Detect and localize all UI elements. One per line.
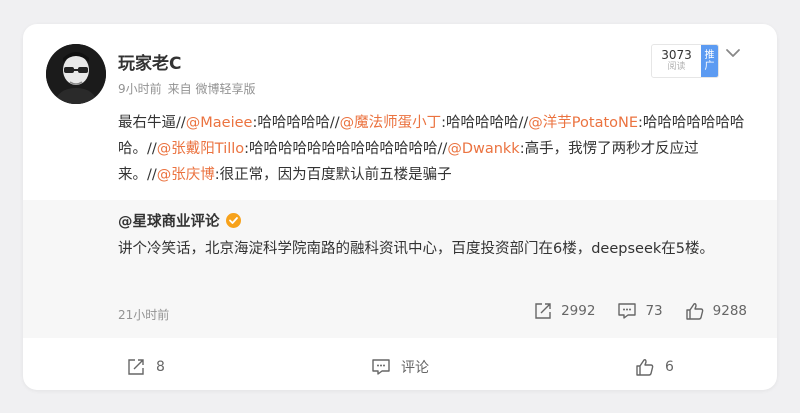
comment-button[interactable]: 评论: [371, 357, 429, 377]
promote-label-1: 推: [704, 50, 715, 61]
reposted-content[interactable]: @星球商业评论 讲个冷笑话，北京海淀科学院南路的融科资讯中心，百度投资部门在6楼…: [23, 200, 777, 338]
chevron-down-icon[interactable]: [725, 44, 741, 57]
post-text-segment: :哈哈哈哈哈哈哈哈哈哈哈哈哈//: [244, 141, 448, 157]
mention-link[interactable]: @Maeiee: [186, 115, 253, 131]
repost-stat-likes[interactable]: 9288: [685, 302, 747, 320]
post-source[interactable]: 来自 微博轻享版: [168, 82, 256, 96]
read-count-badge[interactable]: 3073 阅读 推 广: [651, 44, 719, 78]
mention-link[interactable]: @张戴阳Tillo: [157, 141, 244, 157]
post-meta: 9小时前 来自 微博轻享版: [118, 80, 261, 97]
comment-icon: [372, 359, 390, 375]
read-count: 3073: [661, 48, 692, 62]
post-text-segment: :哈哈哈哈哈//: [252, 115, 340, 131]
repost-icon: [535, 303, 551, 319]
comment-button-label: 评论: [400, 360, 429, 376]
promote-label-2: 广: [704, 61, 715, 72]
repost-count: 2992: [561, 303, 596, 319]
comment-icon: [618, 303, 637, 319]
weibo-post-card: 玩家老C 9小时前 来自 微博轻享版 3073 阅读 推 广 最右牛逼//@Mae…: [23, 24, 777, 390]
post-text: 最右牛逼//@Maeiee:哈哈哈哈哈//@魔法师蛋小丁:哈哈哈哈哈//@洋芋P…: [118, 110, 748, 188]
author-name[interactable]: 玩家老C: [118, 49, 181, 74]
promote-button[interactable]: 推 广: [701, 45, 718, 77]
avatar[interactable]: [46, 44, 106, 104]
repost-author-name[interactable]: @星球商业评论: [118, 210, 220, 231]
post-text-segment: :哈哈哈哈哈//: [441, 115, 529, 131]
mention-link[interactable]: @Dwankk: [447, 141, 519, 157]
repost-time[interactable]: 21小时前: [118, 306, 169, 323]
repost-button-count: 8: [156, 359, 165, 375]
like-icon: [685, 303, 703, 320]
mention-link[interactable]: @张庆博: [157, 167, 215, 183]
mention-link[interactable]: @魔法师蛋小丁: [340, 115, 442, 131]
like-button-count: 6: [665, 359, 674, 375]
post-time[interactable]: 9小时前: [118, 82, 162, 96]
like-button[interactable]: 6: [635, 358, 674, 376]
avatar-image: [46, 44, 106, 104]
read-count-box: 3073 阅读: [652, 45, 701, 77]
like-icon: [636, 359, 654, 376]
verified-icon: [225, 213, 241, 228]
repost-author[interactable]: @星球商业评论: [118, 210, 241, 231]
read-count-label: 阅读: [667, 62, 686, 72]
like-count: 9288: [712, 303, 747, 319]
repost-stat-comments[interactable]: 73: [617, 302, 663, 320]
action-bar: 8 评论 6: [23, 350, 777, 384]
repost-button[interactable]: 8: [126, 358, 165, 376]
comment-count: 73: [645, 303, 663, 319]
post-text-segment: :很正常，因为百度默认前五楼是骗子: [214, 167, 452, 183]
repost-stats: 2992 73 9288: [511, 302, 747, 320]
repost-icon: [128, 359, 144, 375]
repost-text: 讲个冷笑话，北京海淀科学院南路的融科资讯中心，百度投资部门在6楼，deepsee…: [118, 241, 714, 257]
repost-stat-reposts[interactable]: 2992: [533, 302, 595, 320]
mention-link[interactable]: @洋芋PotatoNE: [528, 115, 638, 131]
post-text-segment: 最右牛逼//: [118, 115, 186, 131]
